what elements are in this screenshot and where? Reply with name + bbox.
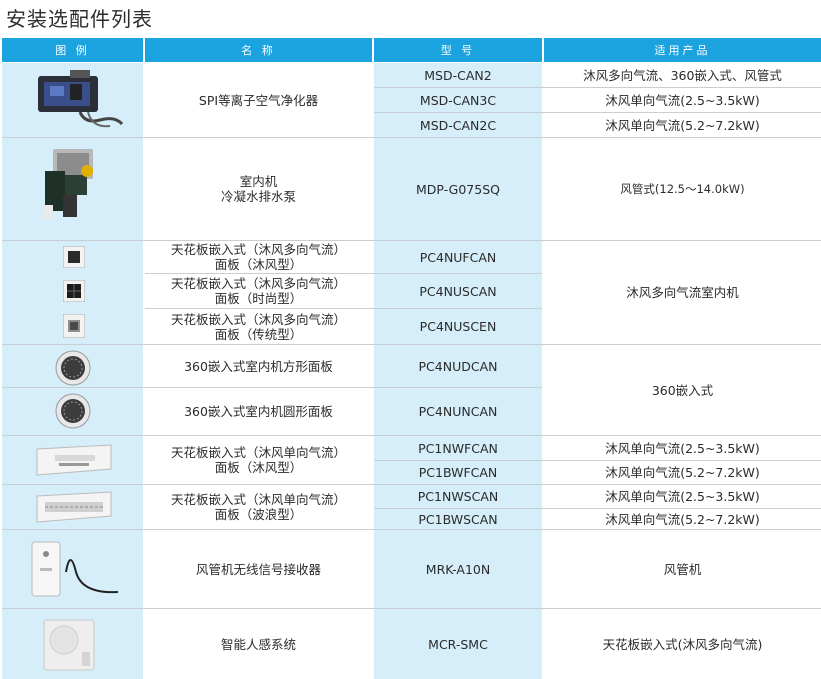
model-7: PC4NUSCEN — [419, 319, 497, 334]
product-6: 360嵌入式 — [651, 382, 714, 398]
panel-mufeng-image — [63, 246, 85, 268]
model-4: MDP-G075SQ — [416, 181, 500, 197]
header-model: 型 号 — [374, 38, 542, 62]
model-8: PC4NUDCAN — [418, 358, 498, 374]
drain-pump-image — [43, 149, 93, 219]
panel-360-square-image — [55, 350, 91, 386]
wireless-receiver-image — [31, 541, 119, 597]
product-8: 沐风单向气流(5.2~7.2kW) — [605, 465, 760, 480]
name-p4c: 天花板嵌入式（沐风多向气流） 面板（传统型） — [145, 309, 372, 344]
name-p1b-line1: 天花板嵌入式（沐风单向气流） — [170, 492, 346, 507]
name-360b: 360嵌入式室内机圆形面板 — [184, 404, 333, 419]
name-p4c-line2: 面板（传统型） — [214, 326, 303, 342]
name-p4c-line1: 天花板嵌入式（沐风多向气流） — [170, 311, 346, 327]
name-pump-line2: 冷凝水排水泵 — [220, 189, 296, 204]
model-12: PC1NWSCAN — [417, 489, 499, 504]
name-p4b-line2: 面板（时尚型） — [214, 291, 303, 306]
name-pump: 室内机 冷凝水排水泵 — [145, 138, 372, 240]
product-11: 风管机 — [663, 561, 702, 577]
name-mcr: 智能人感系统 — [220, 636, 296, 652]
panel-1way-wave-image — [36, 491, 112, 523]
name-p4a-line2: 面板（沐风型） — [214, 257, 303, 272]
panel-360-round-image — [55, 393, 91, 429]
product-3: 沐风单向气流(5.2~7.2kW) — [605, 117, 760, 133]
model-3: MSD-CAN2C — [419, 117, 497, 133]
header-product: 适用产品 — [544, 38, 821, 62]
panel-1way-mufeng-image — [36, 444, 112, 476]
page-title: 安装选配件列表 — [6, 7, 153, 31]
name-p4b: 天花板嵌入式（沐风多向气流） 面板（时尚型） — [145, 274, 372, 308]
name-p1b: 天花板嵌入式（沐风单向气流） 面板（波浪型） — [145, 485, 372, 529]
name-spi: SPI等离子空气净化器 — [198, 92, 319, 108]
model-10: PC1NWFCAN — [418, 440, 498, 456]
product-12: 天花板嵌入式(沐风多向气流) — [602, 636, 763, 652]
spi-purifier-image — [38, 70, 124, 128]
panel-shishang-image — [63, 280, 85, 302]
name-p1a: 天花板嵌入式（沐风单向气流） 面板（沐风型） — [145, 436, 372, 484]
model-2: MSD-CAN3C — [419, 92, 497, 108]
name-p4a-line1: 天花板嵌入式（沐风多向气流） — [170, 242, 346, 257]
model-1: MSD-CAN2 — [424, 67, 492, 83]
name-p1a-line2: 面板（沐风型） — [214, 460, 303, 475]
model-14: MRK-A10N — [425, 561, 491, 577]
name-pump-line1: 室内机 — [239, 174, 278, 189]
name-p4a: 天花板嵌入式（沐风多向气流） 面板（沐风型） — [145, 241, 372, 273]
product-5: 沐风多向气流室内机 — [626, 285, 739, 300]
model-11: PC1BWFCAN — [418, 465, 498, 480]
header-name: 名 称 — [145, 38, 372, 62]
product-9: 沐风单向气流(2.5~3.5kW) — [605, 489, 760, 504]
header-image: 图 例 — [2, 38, 143, 62]
panel-chuantong-image — [63, 314, 85, 338]
name-mrk: 风管机无线信号接收器 — [195, 561, 321, 577]
model-13: PC1BWSCAN — [418, 511, 498, 527]
name-360a: 360嵌入式室内机方形面板 — [184, 358, 333, 374]
product-4: 风管式(12.5～14.0kW) — [620, 181, 745, 196]
product-7: 沐风单向气流(2.5~3.5kW) — [605, 440, 760, 456]
model-9: PC4NUNCAN — [418, 404, 498, 419]
name-p1b-line2: 面板（波浪型） — [214, 507, 303, 522]
model-5: PC4NUFCAN — [419, 249, 497, 265]
product-10: 沐风单向气流(5.2~7.2kW) — [605, 511, 760, 527]
product-2: 沐风单向气流(2.5~3.5kW) — [605, 92, 760, 108]
human-sensor-image — [43, 619, 95, 671]
product-1: 沐风多向气流、360嵌入式、风管式 — [583, 67, 782, 83]
name-p4b-line1: 天花板嵌入式（沐风多向气流） — [170, 276, 346, 291]
name-p1a-line1: 天花板嵌入式（沐风单向气流） — [170, 445, 346, 460]
model-6: PC4NUSCAN — [419, 283, 497, 299]
model-15: MCR-SMC — [428, 636, 488, 652]
